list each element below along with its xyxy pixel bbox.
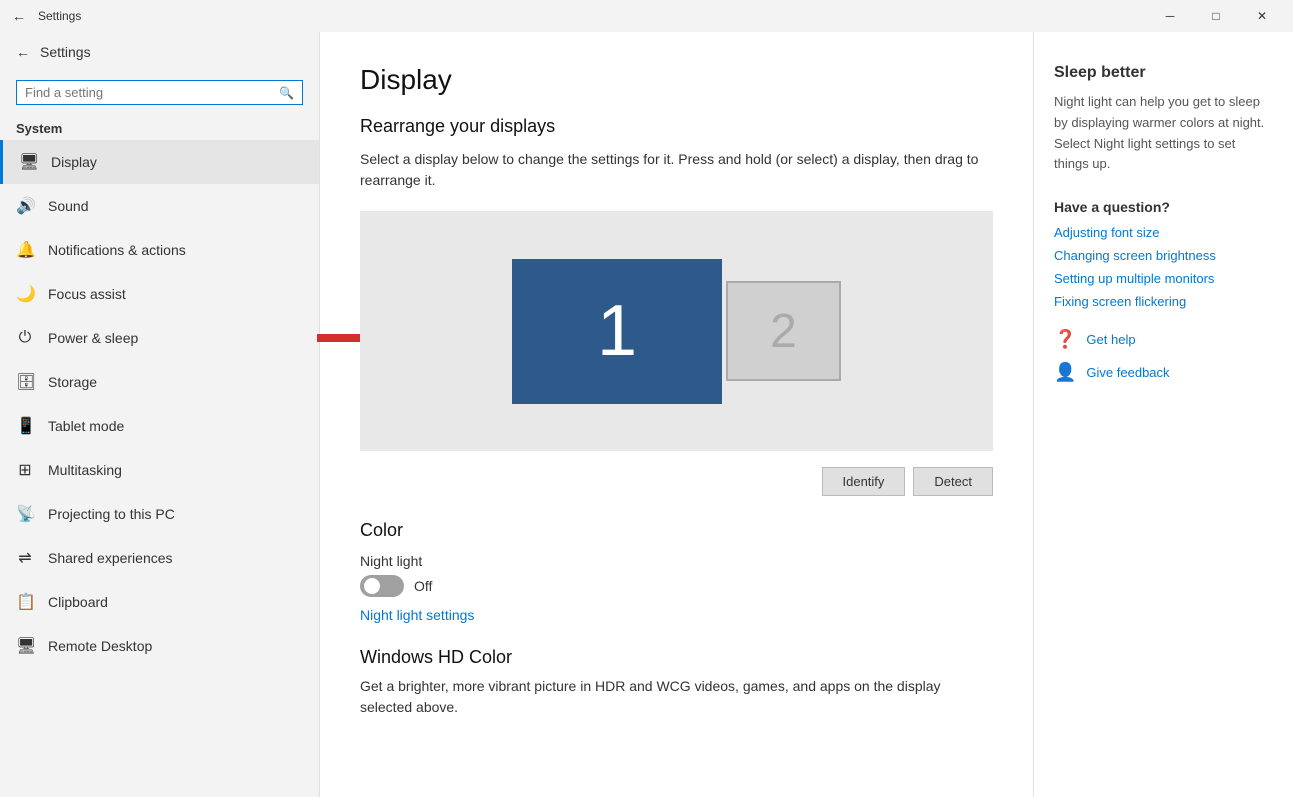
have-question-title: Have a question? <box>1054 199 1273 215</box>
search-input[interactable] <box>25 85 273 100</box>
rearrange-desc: Select a display below to change the set… <box>360 149 993 191</box>
monitor-2-number: 2 <box>770 304 797 359</box>
shared-icon: ⇌ <box>16 548 34 568</box>
sound-icon: 🔊 <box>16 196 34 216</box>
display-buttons-row: Identify Detect <box>360 467 993 496</box>
search-box[interactable]: 🔍 <box>16 80 303 105</box>
sidebar-item-multitasking[interactable]: ⊞ Multitasking <box>0 448 319 492</box>
sidebar-item-label: Multitasking <box>48 462 122 478</box>
help-section: ❓ Get help 👤 Give feedback <box>1054 329 1273 383</box>
projecting-icon: 📡 <box>16 504 34 524</box>
changing-brightness-link[interactable]: Changing screen brightness <box>1054 248 1273 263</box>
screen-flickering-link[interactable]: Fixing screen flickering <box>1054 294 1273 309</box>
titlebar-left: ← Settings <box>8 4 81 28</box>
sidebar-item-display[interactable]: 🖥 Display <box>0 140 319 184</box>
sidebar-item-notifications[interactable]: 🔔 Notifications & actions <box>0 228 319 272</box>
get-help-icon: ❓ <box>1054 329 1076 350</box>
monitor-1-number: 1 <box>597 290 637 372</box>
sidebar-item-power[interactable]: ⏻ Power & sleep <box>0 316 319 360</box>
get-help-text: Get help <box>1086 332 1135 347</box>
sidebar-back-button[interactable]: ← Settings <box>0 32 319 72</box>
sidebar-item-remote[interactable]: 🖥 Remote Desktop <box>0 624 319 668</box>
give-feedback-text: Give feedback <box>1086 365 1169 380</box>
night-light-label: Night light <box>360 553 993 569</box>
sleep-better-desc: Night light can help you get to sleep by… <box>1054 92 1273 175</box>
night-light-settings-link[interactable]: Night light settings <box>360 607 993 623</box>
multitasking-icon: ⊞ <box>16 460 34 480</box>
power-icon: ⏻ <box>16 329 34 347</box>
display-icon: 🖥 <box>19 152 37 172</box>
sidebar-item-label: Focus assist <box>48 286 126 302</box>
sidebar-item-label: Display <box>51 154 97 170</box>
sidebar-item-tablet[interactable]: 📱 Tablet mode <box>0 404 319 448</box>
main-content: Display Rearrange your displays Select a… <box>320 32 1033 797</box>
sidebar-item-shared[interactable]: ⇌ Shared experiences <box>0 536 319 580</box>
focus-icon: 🌙 <box>16 284 34 304</box>
close-button[interactable]: ✕ <box>1239 0 1285 32</box>
notifications-icon: 🔔 <box>16 240 34 260</box>
multiple-monitors-link[interactable]: Setting up multiple monitors <box>1054 271 1273 286</box>
system-section-label: System <box>0 113 319 140</box>
back-icon[interactable]: ← <box>8 4 30 28</box>
sidebar-item-label: Remote Desktop <box>48 638 152 654</box>
detect-button[interactable]: Detect <box>913 467 993 496</box>
titlebar-controls: ─ □ ✕ <box>1147 0 1285 32</box>
sidebar-item-label: Storage <box>48 374 97 390</box>
sidebar-item-projecting[interactable]: 📡 Projecting to this PC <box>0 492 319 536</box>
sleep-better-title: Sleep better <box>1054 64 1273 82</box>
color-section-title: Color <box>360 520 993 541</box>
night-light-toggle[interactable] <box>360 575 404 597</box>
app-title: Settings <box>38 9 81 23</box>
sidebar-item-label: Tablet mode <box>48 418 124 434</box>
sidebar-item-label: Sound <box>48 198 88 214</box>
monitor-1[interactable]: 1 <box>512 259 722 404</box>
right-panel: Sleep better Night light can help you ge… <box>1033 32 1293 797</box>
sidebar-item-sound[interactable]: 🔊 Sound <box>0 184 319 228</box>
sidebar-back-label: Settings <box>40 44 91 60</box>
sidebar-item-label: Projecting to this PC <box>48 506 175 522</box>
back-arrow-icon: ← <box>16 44 30 60</box>
winhd-desc: Get a brighter, more vibrant picture in … <box>360 676 993 718</box>
give-feedback-icon: 👤 <box>1054 362 1076 383</box>
display-preview: 1 2 <box>360 211 993 451</box>
toggle-thumb <box>364 578 380 594</box>
sidebar-item-label: Clipboard <box>48 594 108 610</box>
monitor-2[interactable]: 2 <box>726 281 841 381</box>
rearrange-title: Rearrange your displays <box>360 116 993 137</box>
give-feedback-row[interactable]: 👤 Give feedback <box>1054 362 1273 383</box>
winhd-title: Windows HD Color <box>360 647 993 668</box>
maximize-button[interactable]: □ <box>1193 0 1239 32</box>
minimize-button[interactable]: ─ <box>1147 0 1193 32</box>
sidebar: ← Settings 🔍 System 🖥 Display 🔊 Sound 🔔 … <box>0 0 320 797</box>
sidebar-item-label: Shared experiences <box>48 550 173 566</box>
sidebar-item-storage[interactable]: 🗄 Storage <box>0 360 319 404</box>
night-light-toggle-row: Off <box>360 575 993 597</box>
titlebar: ← Settings ─ □ ✕ <box>0 0 1293 32</box>
clipboard-icon: 📋 <box>16 592 34 612</box>
sidebar-item-focus[interactable]: 🌙 Focus assist <box>0 272 319 316</box>
page-title: Display <box>360 64 993 96</box>
storage-icon: 🗄 <box>16 372 34 392</box>
get-help-row[interactable]: ❓ Get help <box>1054 329 1273 350</box>
remote-icon: 🖥 <box>16 636 34 656</box>
search-icon: 🔍 <box>279 86 294 100</box>
sidebar-item-label: Notifications & actions <box>48 242 186 258</box>
toggle-state-label: Off <box>414 578 432 594</box>
identify-button[interactable]: Identify <box>822 467 906 496</box>
sidebar-item-label: Power & sleep <box>48 330 138 346</box>
tablet-icon: 📱 <box>16 416 34 436</box>
sidebar-item-clipboard[interactable]: 📋 Clipboard <box>0 580 319 624</box>
adjusting-font-link[interactable]: Adjusting font size <box>1054 225 1273 240</box>
